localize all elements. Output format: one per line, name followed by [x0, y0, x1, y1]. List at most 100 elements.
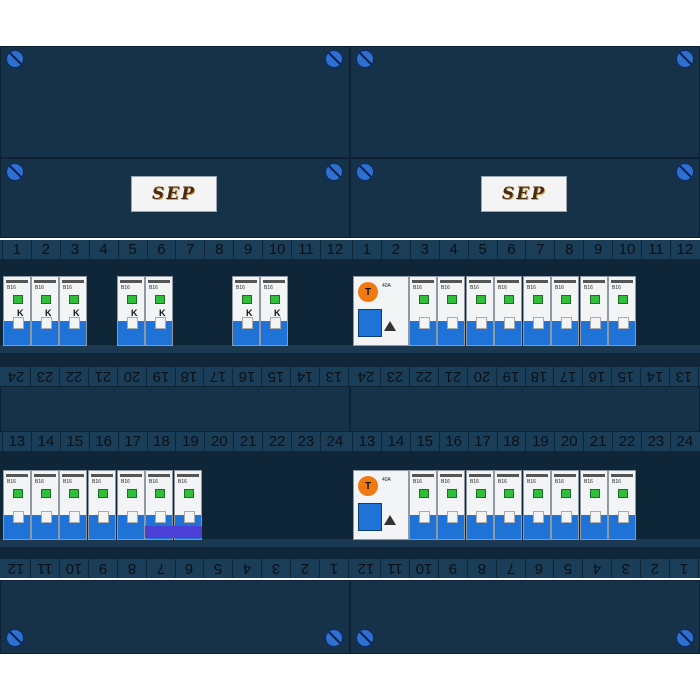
- rcd-toggle[interactable]: [358, 503, 382, 531]
- circuit-breaker[interactable]: B16: [608, 470, 636, 540]
- circuit-breaker[interactable]: B16: [466, 470, 494, 540]
- breaker-toggle[interactable]: [581, 511, 607, 539]
- breaker-toggle[interactable]: [467, 317, 493, 345]
- circuit-breaker[interactable]: B16: [494, 276, 522, 346]
- slot-number: 11: [380, 559, 410, 578]
- breaker-rating: B16: [555, 479, 564, 485]
- breaker-toggle[interactable]: [4, 317, 30, 345]
- breaker-header: [412, 280, 434, 283]
- circuit-breaker[interactable]: B16: [466, 276, 494, 346]
- circuit-breaker[interactable]: B16 K: [59, 276, 87, 346]
- circuit-breaker[interactable]: B16: [437, 470, 465, 540]
- status-led-icon: [447, 295, 457, 304]
- number-strip-top: 1 2 3 4 5 6 7 8 9 10 11 12 1 2 3 4 5 6 7 8 9 10 11 12: [0, 240, 700, 259]
- breaker-toggle[interactable]: [60, 511, 86, 539]
- circuit-breaker[interactable]: B16: [409, 470, 437, 540]
- slot-number: 22: [409, 367, 439, 386]
- slot-number: 5: [117, 240, 147, 259]
- breaker-toggle[interactable]: [524, 317, 550, 345]
- breaker-toggle[interactable]: [118, 317, 144, 345]
- circuit-breaker[interactable]: B16: [551, 470, 579, 540]
- number-strip-middle: 13 14 15 16 17 18 19 20 21 22 23 24 13 14 15 16 17 18 19 20…: [0, 432, 700, 451]
- circuit-breaker[interactable]: B16: [523, 276, 551, 346]
- circuit-breaker[interactable]: B16: [59, 470, 87, 540]
- circuit-breaker[interactable]: B16: [580, 470, 608, 540]
- breaker-toggle[interactable]: [609, 511, 635, 539]
- circuit-breaker[interactable]: B16: [409, 276, 437, 346]
- breaker-rating: B16: [584, 285, 593, 291]
- slot-number: 2: [380, 240, 410, 259]
- test-button[interactable]: T: [358, 282, 378, 302]
- breaker-toggle[interactable]: [118, 511, 144, 539]
- slot-number: 6: [146, 240, 176, 259]
- breaker-rating: B16: [498, 285, 507, 291]
- breaker-toggle[interactable]: [495, 317, 521, 345]
- slot-number: 8: [117, 559, 147, 578]
- breaker-toggle[interactable]: [552, 511, 578, 539]
- slot-number: 18: [525, 367, 555, 386]
- circuit-breaker[interactable]: B16: [494, 470, 522, 540]
- circuit-breaker[interactable]: B16: [437, 276, 465, 346]
- breaker-toggle[interactable]: [146, 317, 172, 345]
- circuit-breaker[interactable]: B16: [88, 470, 116, 540]
- breaker-toggle[interactable]: [410, 511, 436, 539]
- slot-number: 9: [438, 559, 468, 578]
- breaker-rating: B16: [35, 479, 44, 485]
- slot-number: 13: [352, 432, 381, 451]
- circuit-breaker[interactable]: B16 K: [31, 276, 59, 346]
- circuit-breaker[interactable]: B16: [608, 276, 636, 346]
- status-led-icon: [590, 489, 600, 498]
- breaker-header: [554, 474, 576, 477]
- breaker-rating: B16: [264, 285, 273, 291]
- circuit-breaker[interactable]: B16: [523, 470, 551, 540]
- screw-icon: [356, 629, 374, 647]
- breaker-toggle[interactable]: [609, 317, 635, 345]
- breaker-toggle[interactable]: [233, 317, 259, 345]
- rcd-device[interactable]: T 40A: [353, 470, 409, 540]
- circuit-breaker[interactable]: B16: [117, 470, 145, 540]
- rcd-toggle[interactable]: [358, 309, 382, 337]
- slot-number: 14: [641, 367, 670, 386]
- breaker-toggle[interactable]: [410, 317, 436, 345]
- rail-shadow-upper: [0, 345, 700, 353]
- rcd-device[interactable]: T 40A: [353, 276, 409, 346]
- circuit-breaker[interactable]: B16 K: [117, 276, 145, 346]
- breaker-toggle[interactable]: [581, 317, 607, 345]
- status-led-icon: [98, 489, 108, 498]
- breaker-rating: B16: [149, 479, 158, 485]
- slot-number: 20: [554, 432, 583, 451]
- breaker-toggle[interactable]: [60, 317, 86, 345]
- circuit-breaker[interactable]: B16 K: [145, 276, 173, 346]
- circuit-breaker[interactable]: B16 K: [260, 276, 288, 346]
- status-led-icon: [419, 295, 429, 304]
- breaker-header: [611, 474, 633, 477]
- breaker-header: [34, 474, 56, 477]
- breaker-toggle[interactable]: [467, 511, 493, 539]
- breaker-toggle[interactable]: [89, 511, 115, 539]
- circuit-breaker[interactable]: B16: [31, 470, 59, 540]
- circuit-breaker[interactable]: B16: [3, 470, 31, 540]
- circuit-breaker[interactable]: B16 K: [232, 276, 260, 346]
- breaker-toggle[interactable]: [32, 317, 58, 345]
- slot-number: 15: [262, 367, 291, 386]
- breaker-toggle[interactable]: [32, 511, 58, 539]
- breaker-toggle[interactable]: [552, 317, 578, 345]
- test-button[interactable]: T: [358, 476, 378, 496]
- circuit-breaker[interactable]: B16: [551, 276, 579, 346]
- slot-number: 16: [583, 367, 613, 386]
- breaker-toggle[interactable]: [495, 511, 521, 539]
- slot-number: 2: [291, 559, 320, 578]
- circuit-breaker[interactable]: B16 K: [3, 276, 31, 346]
- breaker-toggle[interactable]: [524, 511, 550, 539]
- status-led-icon: [618, 295, 628, 304]
- breaker-toggle[interactable]: [438, 317, 464, 345]
- breaker-toggle[interactable]: [261, 317, 287, 345]
- slot-number: 2: [30, 240, 60, 259]
- slot-number: 23: [641, 432, 670, 451]
- breaker-header: [440, 280, 462, 283]
- circuit-breaker[interactable]: B16: [580, 276, 608, 346]
- breaker-toggle[interactable]: [438, 511, 464, 539]
- breaker-toggle[interactable]: [4, 511, 30, 539]
- status-led-icon: [533, 489, 543, 498]
- status-led-icon: [155, 295, 165, 304]
